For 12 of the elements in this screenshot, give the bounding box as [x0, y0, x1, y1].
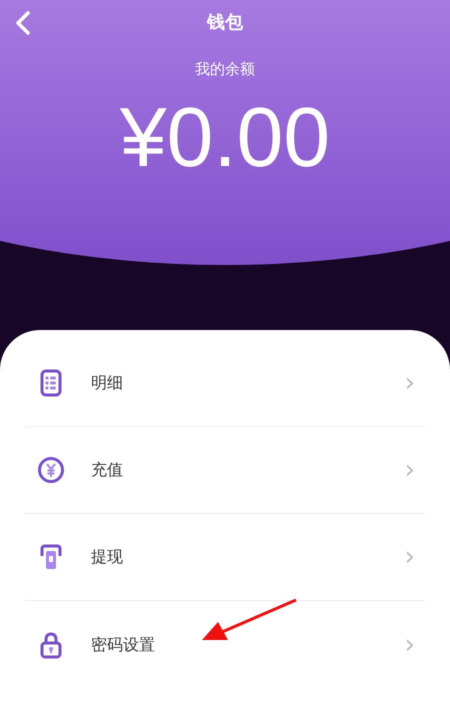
menu-item[interactable]: 明细 — [91, 371, 123, 395]
menu-item[interactable]: 密码设置 — [91, 632, 155, 656]
chevron-icon: › — [404, 370, 415, 396]
chevron-icon: › — [404, 544, 415, 570]
coin-icon — [37, 456, 65, 484]
chevron-icon: › — [404, 457, 415, 483]
balance-label: 我的余额 — [195, 59, 255, 80]
chevron-icon: › — [404, 632, 415, 658]
menu-item[interactable]: 提现 — [91, 545, 123, 569]
balance-amount: ¥0.00 — [120, 95, 330, 179]
menu-item[interactable]: 充值 — [91, 458, 123, 482]
page-title: 钱包 — [207, 11, 243, 35]
